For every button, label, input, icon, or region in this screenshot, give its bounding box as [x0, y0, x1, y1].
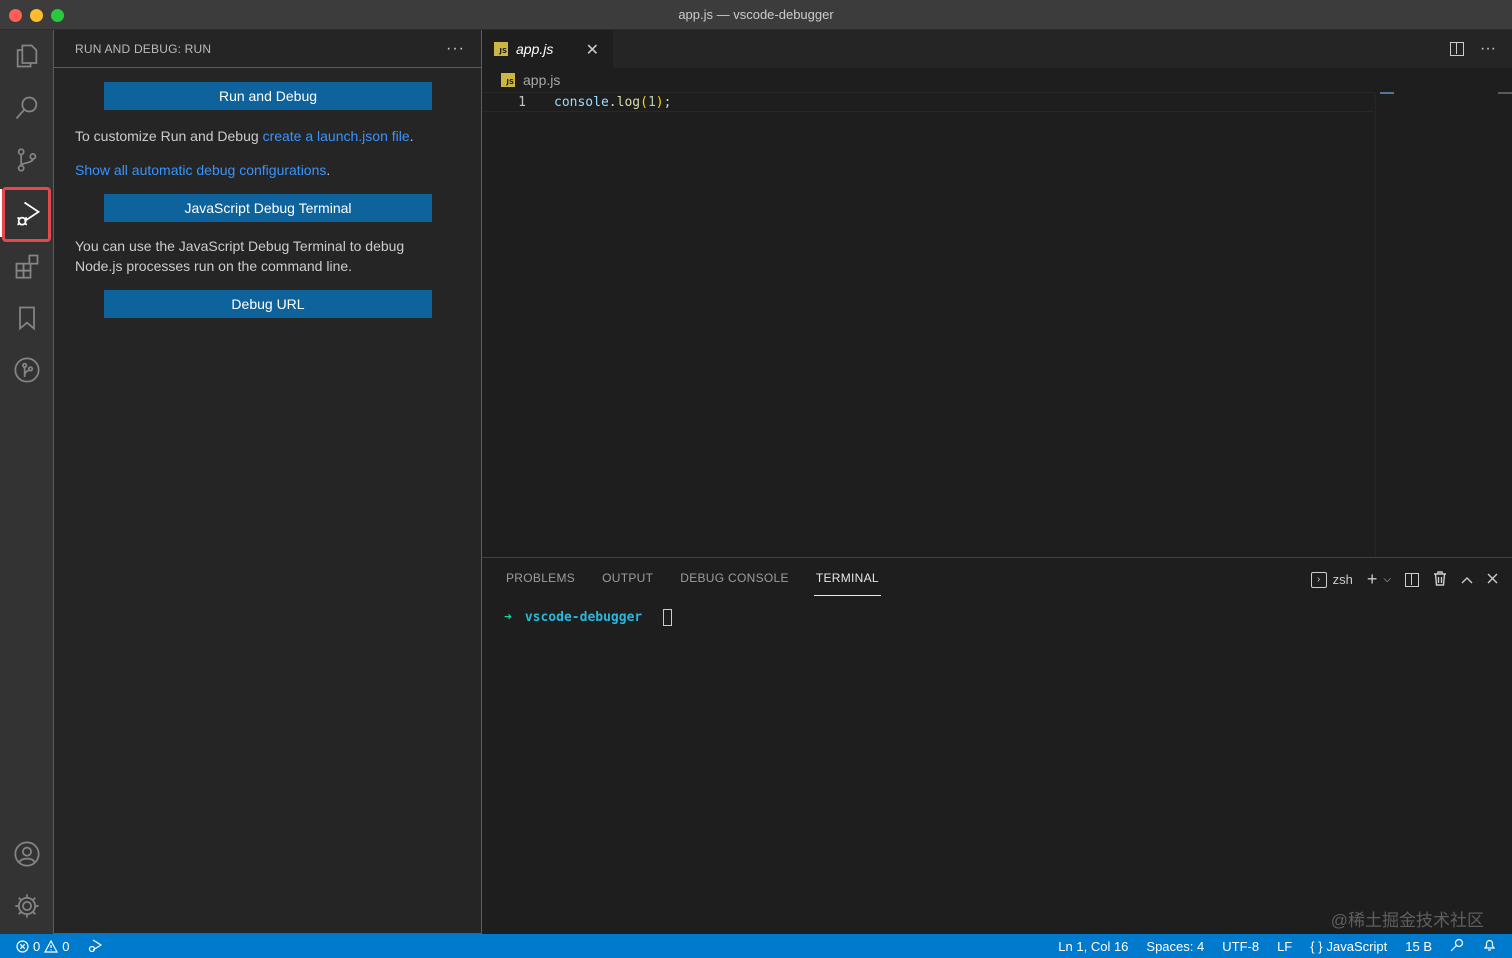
plus-icon[interactable]: +	[1367, 569, 1378, 590]
new-terminal-group: + ⌵	[1367, 569, 1391, 590]
code-token-number: 1	[647, 94, 656, 110]
error-count: 0	[33, 938, 41, 954]
prompt-directory: vscode-debugger	[524, 610, 643, 625]
close-tab-icon[interactable]: ✕	[586, 40, 599, 60]
bottom-panel: PROBLEMS OUTPUT DEBUG CONSOLE TERMINAL ›…	[482, 557, 1512, 934]
code-token-semicolon: ;	[663, 94, 672, 110]
indentation[interactable]: Spaces: 4	[1146, 939, 1204, 954]
debug-status-icon[interactable]	[87, 939, 103, 953]
end-of-line[interactable]: LF	[1277, 939, 1292, 954]
error-icon	[16, 939, 29, 953]
run-debug-sidebar: RUN AND DEBUG: RUN ··· Run and Debug To …	[53, 30, 482, 934]
terminal-prompt[interactable]: ➜ vscode-debugger	[504, 609, 673, 626]
prompt-arrow: ➜	[504, 610, 512, 625]
js-terminal-description: You can use the JavaScript Debug Termina…	[75, 236, 460, 276]
code-token-open-paren: (	[640, 94, 648, 110]
customize-end: .	[409, 128, 414, 144]
js-file-icon: JS	[501, 73, 515, 87]
split-editor-icon[interactable]	[1450, 42, 1465, 56]
js-debug-terminal-button[interactable]: JavaScript Debug Terminal	[104, 194, 432, 222]
warning-count: 0	[62, 938, 70, 954]
feedback-icon[interactable]	[1450, 938, 1465, 955]
editor-group: JS app.js ✕ ··· JS app.js 1 console.log(…	[482, 30, 1512, 557]
notifications-bell-icon[interactable]	[1483, 938, 1496, 955]
account-icon[interactable]	[0, 830, 53, 878]
editor-more-icon[interactable]: ···	[1480, 40, 1496, 58]
language-mode[interactable]: { } JavaScript	[1310, 939, 1387, 954]
code-token-dot: .	[608, 94, 617, 110]
activity-bar	[0, 30, 53, 934]
cursor-position[interactable]: Ln 1, Col 16	[1058, 939, 1128, 954]
code-text: console.log(1);	[554, 95, 671, 110]
js-terminal-desc-line-2: Node.js processes run on the command lin…	[75, 258, 353, 274]
editor-scrollbar[interactable]	[1498, 92, 1512, 94]
sidebar-header: RUN AND DEBUG: RUN ···	[54, 30, 481, 68]
show-configs-text: Show all automatic debug configurations.	[75, 160, 460, 180]
editor-actions: ···	[1450, 40, 1496, 58]
create-launch-json-link[interactable]: create a launch.json file	[263, 128, 410, 144]
minimize-window-button[interactable]	[30, 9, 43, 22]
source-control-icon[interactable]	[0, 136, 53, 184]
show-configs-end: .	[326, 162, 331, 178]
split-terminal-icon[interactable]	[1405, 572, 1419, 587]
terminal-shell-name: zsh	[1332, 572, 1353, 587]
js-terminal-desc-line-1: You can use the JavaScript Debug Termina…	[75, 238, 405, 254]
problems-status[interactable]: 0 0	[16, 939, 69, 954]
sidebar-title: RUN AND DEBUG: RUN	[75, 41, 212, 56]
bookmark-icon[interactable]	[0, 294, 53, 342]
chevron-up-icon[interactable]	[1461, 572, 1473, 587]
customize-prefix: To customize Run and Debug	[75, 128, 263, 144]
editor-tab-bar: JS app.js ✕ ···	[482, 30, 1512, 68]
code-line[interactable]: 1 console.log(1);	[482, 92, 1374, 112]
minimap[interactable]	[1375, 92, 1500, 557]
explorer-icon[interactable]	[0, 32, 53, 80]
code-token-close-paren: )	[655, 94, 664, 110]
warning-icon	[44, 939, 59, 953]
breadcrumb: JS app.js	[482, 68, 1512, 92]
tab-label: app.js	[516, 41, 554, 57]
more-actions-icon[interactable]: ···	[446, 40, 465, 58]
tab-debug-console[interactable]: DEBUG CONSOLE	[680, 558, 789, 598]
tab-problems[interactable]: PROBLEMS	[506, 558, 575, 598]
js-file-icon: JS	[494, 42, 508, 56]
minimap-line	[1380, 92, 1394, 94]
language-label: JavaScript	[1326, 938, 1388, 954]
terminal-selector[interactable]: › zsh	[1310, 571, 1353, 588]
status-bar: 0 0 Ln 1, Col 16 Spaces: 4 UTF-8 LF { } …	[0, 934, 1512, 958]
breadcrumb-file[interactable]: app.js	[523, 72, 560, 88]
extensions-icon[interactable]	[0, 242, 53, 290]
watermark: @稀土掘金技术社区	[1330, 911, 1484, 930]
trash-icon[interactable]	[1433, 570, 1447, 589]
customize-text: To customize Run and Debug create a laun…	[75, 126, 460, 146]
title-bar: app.js — vscode-debugger	[0, 0, 1512, 30]
show-debug-configs-link[interactable]: Show all automatic debug configurations	[75, 162, 326, 178]
tab-app-js[interactable]: JS app.js ✕	[482, 30, 613, 68]
run-and-debug-button[interactable]: Run and Debug	[104, 82, 432, 110]
braces-icon: { }	[1310, 938, 1323, 954]
terminal-icon: ›	[1310, 571, 1327, 588]
run-debug-highlight	[2, 187, 51, 242]
terminal-cursor	[663, 609, 673, 626]
close-panel-icon[interactable]	[1487, 572, 1498, 587]
maximize-window-button[interactable]	[51, 9, 64, 22]
tab-terminal[interactable]: TERMINAL	[813, 558, 881, 598]
debug-url-button[interactable]: Debug URL	[104, 290, 432, 318]
git-graph-icon[interactable]	[0, 346, 53, 394]
line-number: 1	[518, 94, 526, 110]
search-icon[interactable]	[0, 84, 53, 132]
settings-gear-icon[interactable]	[0, 882, 53, 930]
panel-actions: › zsh + ⌵	[1310, 569, 1498, 590]
window-controls	[9, 9, 64, 22]
file-size[interactable]: 15 B	[1405, 939, 1432, 954]
encoding[interactable]: UTF-8	[1222, 939, 1259, 954]
close-window-button[interactable]	[9, 9, 22, 22]
tab-output[interactable]: OUTPUT	[602, 558, 653, 598]
chevron-down-icon[interactable]: ⌵	[1383, 574, 1391, 585]
code-token-object: console	[554, 94, 609, 110]
window-title: app.js — vscode-debugger	[678, 7, 834, 22]
code-token-function: log	[616, 94, 641, 110]
